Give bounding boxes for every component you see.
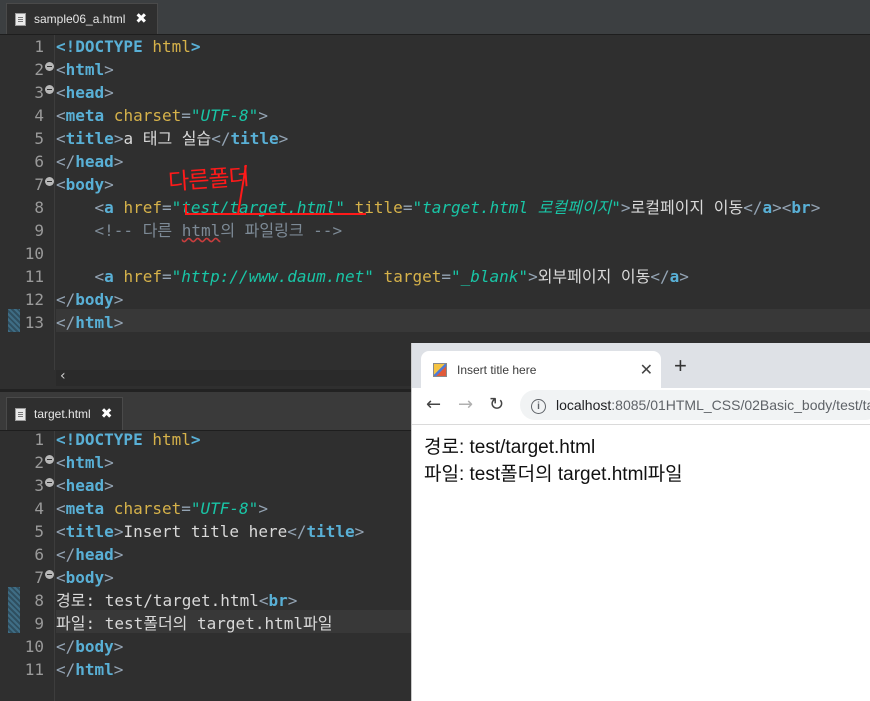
line-number: 9	[34, 614, 44, 633]
line-number: 11	[24, 660, 44, 679]
line-number: 2	[34, 453, 44, 472]
code-line: <html>	[56, 453, 114, 472]
url-host: localhost	[556, 397, 612, 413]
page-favicon-icon	[433, 362, 447, 377]
content-line: 경로: test/target.html	[424, 437, 596, 458]
browser-tab-strip: Insert title here ✕ +	[412, 343, 870, 388]
code-line: 파일: test폴더의 target.html파일	[56, 614, 333, 633]
close-icon[interactable]: ✖	[101, 406, 113, 422]
browser-tab[interactable]: Insert title here ✕	[421, 351, 661, 388]
browser-window: Insert title here ✕ + ← → ↻ i localhost:8…	[411, 343, 870, 701]
line-number: 10	[24, 637, 44, 656]
back-icon[interactable]: ←	[426, 394, 441, 415]
line-number: 7	[34, 568, 44, 587]
code-line: <meta charset="UTF-8">	[56, 499, 268, 518]
code-line: <title>Insert title here</title>	[56, 522, 365, 541]
page-content: 경로: test/target.html 파일: test폴더의 target.…	[424, 434, 683, 488]
browser-toolbar: ← → ↻ i localhost:8085/01HTML_CSS/02Basic…	[412, 388, 870, 425]
code-line: </body>	[56, 637, 124, 656]
line-number: 5	[34, 522, 44, 541]
line-number: 8	[34, 591, 44, 610]
editor-sample06[interactable]: sample06_a.html ✖ 1 2 3 4 5 6 7 8 9 10 1…	[0, 0, 870, 392]
line-number: 3	[34, 476, 44, 495]
browser-tab-title: Insert title here	[457, 362, 537, 377]
content-line: 파일: test폴더의 target.html파일	[424, 464, 683, 485]
file-icon	[15, 407, 26, 421]
scroll-left-icon[interactable]: ‹	[60, 368, 66, 384]
reload-icon[interactable]: ↻	[489, 394, 504, 415]
line-number: 4	[34, 499, 44, 518]
code-line: <!DOCTYPE html>	[56, 430, 201, 449]
address-bar[interactable]: i localhost:8085/01HTML_CSS/02Basic_body/…	[520, 390, 870, 420]
code-line: <head>	[56, 476, 114, 495]
fold-collapse-icon[interactable]	[45, 478, 54, 487]
tab-target-html[interactable]: target.html ✖	[6, 397, 124, 430]
tab-label: target.html	[34, 407, 91, 421]
code-line: </head>	[56, 545, 124, 564]
line-number: 1	[34, 430, 44, 449]
code-line: <body>	[56, 568, 114, 587]
new-tab-button[interactable]: +	[674, 355, 687, 377]
fold-collapse-icon[interactable]	[45, 570, 54, 579]
info-icon[interactable]: i	[531, 398, 546, 414]
code-line: </html>	[56, 660, 124, 679]
forward-icon[interactable]: →	[458, 394, 473, 415]
close-tab-icon[interactable]: ✕	[640, 360, 653, 380]
line-number: 6	[34, 545, 44, 564]
url-path: :8085/01HTML_CSS/02Basic_body/test/ta	[611, 397, 870, 413]
code-line: 경로: test/target.html<br>	[56, 591, 298, 610]
annotation-marks	[185, 164, 366, 215]
fold-collapse-icon[interactable]	[45, 455, 54, 464]
